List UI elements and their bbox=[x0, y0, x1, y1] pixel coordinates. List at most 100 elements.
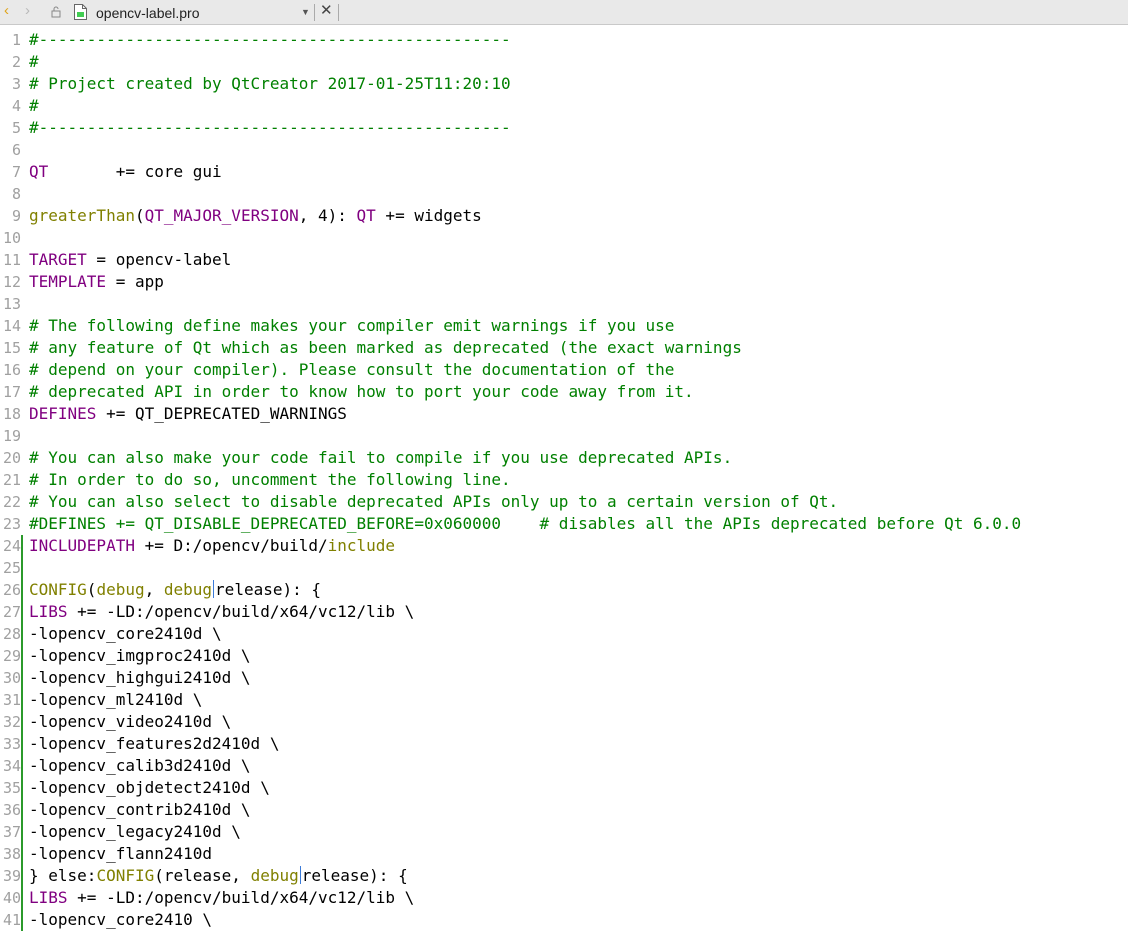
line-number: 34 bbox=[0, 755, 23, 777]
code-text: LIBS += -LD:/opencv/build/x64/vc12/lib \ bbox=[29, 601, 414, 623]
code-text: -lopencv_ml2410d \ bbox=[29, 690, 203, 709]
code-line[interactable]: 34 -lopencv_calib3d2410d \ bbox=[0, 755, 1128, 777]
code-text: greaterThan(QT_MAJOR_VERSION, 4): QT += … bbox=[29, 205, 482, 227]
code-line[interactable]: 3 # Project created by QtCreator 2017-01-… bbox=[0, 73, 1128, 95]
line-number: 12 bbox=[2, 273, 21, 291]
line-number: 36 bbox=[0, 799, 23, 821]
code-line[interactable]: 33 -lopencv_features2d2410d \ bbox=[0, 733, 1128, 755]
code-text: LIBS += -LD:/opencv/build/x64/vc12/lib \ bbox=[29, 887, 414, 909]
function-name: debug bbox=[163, 580, 213, 599]
line-number: 30 bbox=[0, 667, 23, 689]
code-text: # deprecated API in order to know how to… bbox=[29, 382, 694, 401]
code-line[interactable]: 11 TARGET = opencv-label bbox=[0, 249, 1128, 271]
code-line[interactable]: 14 # The following define makes your comp… bbox=[0, 315, 1128, 337]
code-line[interactable]: 16 # depend on your compiler). Please con… bbox=[0, 359, 1128, 381]
keyword: LIBS bbox=[29, 888, 68, 907]
code-line[interactable]: 4 # bbox=[0, 95, 1128, 117]
code-editor[interactable]: 1 #--------------------------------------… bbox=[0, 29, 1128, 937]
code-token: , bbox=[144, 580, 164, 599]
line-number: 2 bbox=[11, 53, 21, 71]
code-line[interactable]: 22 # You can also select to disable depre… bbox=[0, 491, 1128, 513]
code-line[interactable]: 13 bbox=[0, 293, 1128, 315]
code-line[interactable]: 38 -lopencv_flann2410d bbox=[0, 843, 1128, 865]
code-line[interactable]: 10 bbox=[0, 227, 1128, 249]
code-token: = opencv-label bbox=[86, 250, 232, 269]
code-line[interactable]: 6 bbox=[0, 139, 1128, 161]
code-line[interactable]: 37 -lopencv_legacy2410d \ bbox=[0, 821, 1128, 843]
code-text: TEMPLATE = app bbox=[29, 271, 164, 293]
text-cursor bbox=[299, 866, 301, 884]
code-line[interactable]: 35 -lopencv_objdetect2410d \ bbox=[0, 777, 1128, 799]
code-text: } else:CONFIG(release, debug release): { bbox=[29, 865, 408, 887]
code-line[interactable]: 15 # any feature of Qt which as been mark… bbox=[0, 337, 1128, 359]
code-line[interactable]: 29 -lopencv_imgproc2410d \ bbox=[0, 645, 1128, 667]
code-line[interactable]: 27 LIBS += -LD:/opencv/build/x64/vc12/lib… bbox=[0, 601, 1128, 623]
tab-separator bbox=[338, 4, 339, 21]
code-line[interactable]: 20 # You can also make your code fail to … bbox=[0, 447, 1128, 469]
code-text: #DEFINES += QT_DISABLE_DEPRECATED_BEFORE… bbox=[29, 514, 1022, 533]
code-line[interactable]: 31 -lopencv_ml2410d \ bbox=[0, 689, 1128, 711]
code-token: += widgets bbox=[375, 206, 482, 225]
line-number: 3 bbox=[11, 75, 21, 93]
code-line[interactable]: 2 # bbox=[0, 51, 1128, 73]
code-text: # depend on your compiler). Please consu… bbox=[29, 360, 675, 379]
code-line[interactable]: 32 -lopencv_video2410d \ bbox=[0, 711, 1128, 733]
code-token: += QT_DEPRECATED_WARNINGS bbox=[96, 404, 347, 423]
line-number: 26 bbox=[0, 579, 23, 601]
line-number: 4 bbox=[11, 97, 21, 115]
code-line[interactable]: 18 DEFINES += QT_DEPRECATED_WARNINGS bbox=[0, 403, 1128, 425]
line-number: 15 bbox=[2, 339, 21, 357]
code-line[interactable]: 5 #--------------------------------------… bbox=[0, 117, 1128, 139]
back-arrow-icon[interactable]: ‹ bbox=[4, 3, 9, 19]
code-line[interactable]: 23 #DEFINES += QT_DISABLE_DEPRECATED_BEFO… bbox=[0, 513, 1128, 535]
code-line[interactable]: 40 LIBS += -LD:/opencv/build/x64/vc12/lib… bbox=[0, 887, 1128, 909]
code-line[interactable]: 7 QT += core gui bbox=[0, 161, 1128, 183]
code-line[interactable]: 1 #--------------------------------------… bbox=[0, 29, 1128, 51]
code-text: -lopencv_features2d2410d \ bbox=[29, 734, 280, 753]
code-line[interactable]: 26 CONFIG(debug, debug release): { bbox=[0, 579, 1128, 601]
line-number: 19 bbox=[2, 427, 21, 445]
line-number: 40 bbox=[0, 887, 23, 909]
code-line[interactable]: 28 -lopencv_core2410d \ bbox=[0, 623, 1128, 645]
line-number: 29 bbox=[0, 645, 23, 667]
code-line[interactable]: 19 bbox=[0, 425, 1128, 447]
code-text: -lopencv_video2410d \ bbox=[29, 712, 232, 731]
line-number: 20 bbox=[2, 449, 21, 467]
chevron-down-icon[interactable]: ▼ bbox=[301, 7, 310, 17]
tab-separator bbox=[314, 4, 315, 21]
line-number: 27 bbox=[0, 601, 23, 623]
close-icon[interactable]: ✕ bbox=[320, 3, 333, 19]
tab-title[interactable]: opencv-label.pro bbox=[96, 5, 200, 21]
code-line[interactable]: 12 TEMPLATE = app bbox=[0, 271, 1128, 293]
line-number: 14 bbox=[2, 317, 21, 335]
forward-arrow-icon[interactable]: › bbox=[25, 3, 30, 19]
code-line[interactable]: 9 greaterThan(QT_MAJOR_VERSION, 4): QT +=… bbox=[0, 205, 1128, 227]
code-token: += core gui bbox=[48, 162, 222, 181]
line-number: 32 bbox=[0, 711, 23, 733]
line-number: 13 bbox=[2, 295, 21, 313]
code-line[interactable]: 8 bbox=[0, 183, 1128, 205]
code-line[interactable]: 36 -lopencv_contrib2410d \ bbox=[0, 799, 1128, 821]
line-number: 25 bbox=[0, 557, 23, 579]
code-line[interactable]: 39} else:CONFIG(release, debug release): … bbox=[0, 865, 1128, 887]
code-text: # any feature of Qt which as been marked… bbox=[29, 338, 742, 357]
code-line[interactable]: 24 INCLUDEPATH += D:/opencv/build/include bbox=[0, 535, 1128, 557]
code-line[interactable]: 21 # In order to do so, uncomment the fol… bbox=[0, 469, 1128, 491]
line-number: 16 bbox=[2, 361, 21, 379]
code-token: ( bbox=[134, 206, 145, 225]
code-text: -lopencv_flann2410d bbox=[29, 844, 213, 863]
code-line[interactable]: 30 -lopencv_highgui2410d \ bbox=[0, 667, 1128, 689]
line-number: 8 bbox=[11, 185, 21, 203]
code-text: # In order to do so, uncomment the follo… bbox=[29, 470, 511, 489]
code-token: = app bbox=[106, 272, 164, 291]
code-token: ( bbox=[86, 580, 97, 599]
qt-pro-file-icon bbox=[74, 4, 87, 20]
lock-icon[interactable] bbox=[50, 6, 62, 18]
code-text: # bbox=[29, 52, 39, 71]
code-token: (release, bbox=[154, 866, 251, 885]
code-line[interactable]: 41 -lopencv_core2410 \ bbox=[0, 909, 1128, 931]
editor-tab-bar: ‹ › opencv-label.pro ▼ ✕ bbox=[0, 0, 1128, 25]
code-line[interactable]: 25 bbox=[0, 557, 1128, 579]
code-text: CONFIG(debug, debug release): { bbox=[29, 579, 321, 601]
code-line[interactable]: 17 # deprecated API in order to know how … bbox=[0, 381, 1128, 403]
